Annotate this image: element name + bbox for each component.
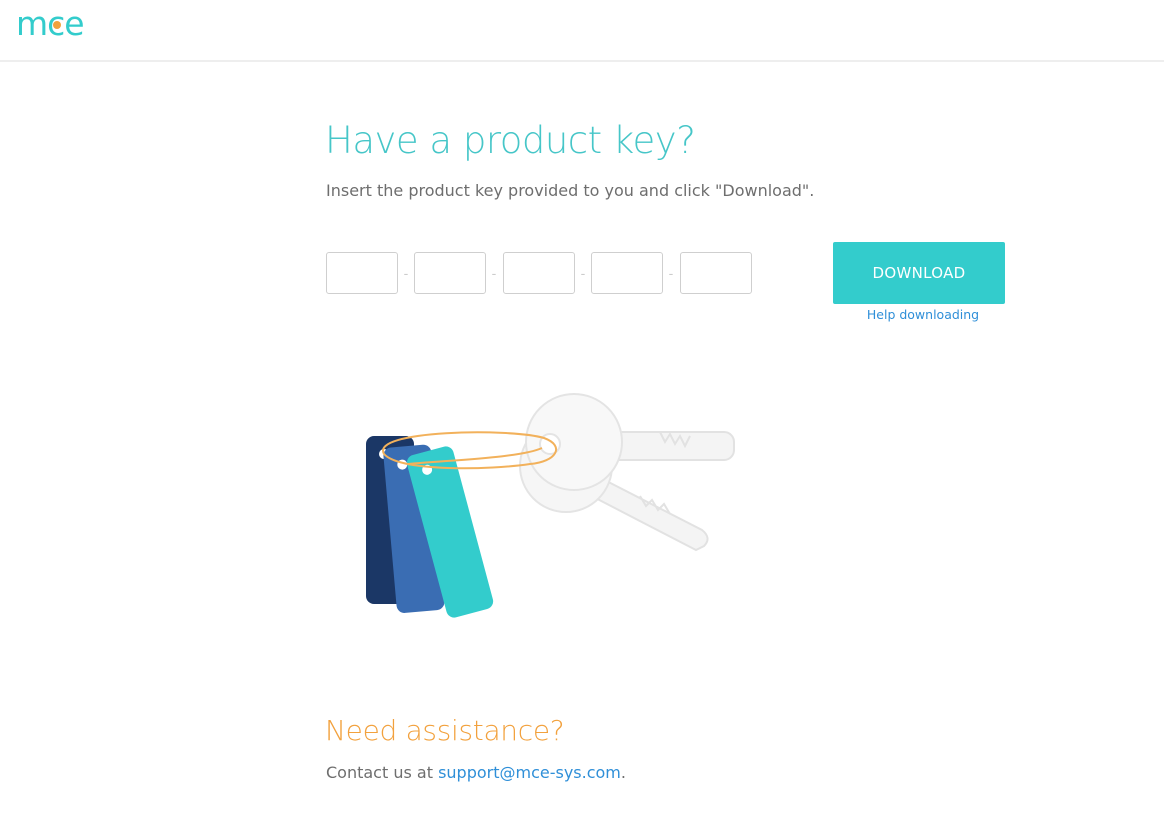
contact-prefix: Contact us at	[326, 763, 439, 782]
page-title: Have a product key?	[325, 119, 696, 162]
product-key-field-3[interactable]	[503, 252, 575, 294]
product-key-field-5[interactable]	[680, 252, 752, 294]
keys-illustration-icon	[366, 393, 735, 618]
key-separator: -	[491, 265, 497, 281]
key-separator: -	[580, 265, 586, 281]
product-key-field-4[interactable]	[591, 252, 663, 294]
help-downloading-link[interactable]: Help downloading	[833, 306, 1013, 324]
key-front-icon	[525, 393, 735, 491]
mce-logo[interactable]: mce	[16, 4, 85, 44]
top-header: mce	[0, 0, 1164, 62]
contact-suffix: .	[620, 763, 626, 782]
product-key-field-1[interactable]	[326, 252, 398, 294]
page-subtitle: Insert the product key provided to you a…	[326, 181, 815, 200]
product-key-fields: - - - -	[326, 252, 766, 294]
assistance-title: Need assistance?	[325, 714, 565, 747]
logo-dot	[53, 21, 61, 29]
download-button[interactable]: DOWNLOAD	[833, 242, 1005, 304]
product-key-field-2[interactable]	[414, 252, 486, 294]
key-separator: -	[403, 265, 409, 281]
logo-text: mce	[16, 4, 85, 43]
support-email-link[interactable]: support@mce-sys.com	[438, 763, 621, 782]
key-separator: -	[668, 265, 674, 281]
contact-line: Contact us at support@mce-sys.com.	[326, 762, 626, 784]
